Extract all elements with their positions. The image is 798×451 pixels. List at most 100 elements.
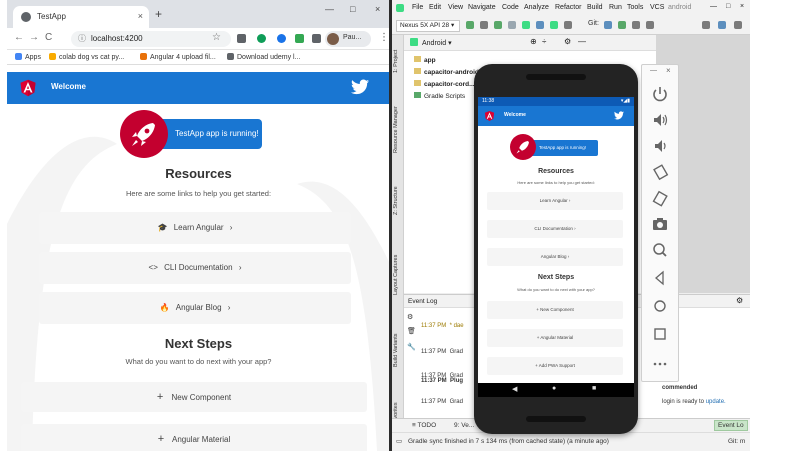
close-window-button[interactable]: × — [740, 3, 744, 10]
maximize-button[interactable]: □ — [726, 3, 730, 10]
apply-changes-icon[interactable] — [480, 21, 488, 29]
forward-button[interactable]: → — [29, 32, 39, 43]
phone-learn-angular-card[interactable]: Learn Angular › — [487, 192, 623, 210]
todo-tab[interactable]: ≡ TODO — [412, 422, 436, 429]
menu-file[interactable]: File — [412, 4, 423, 11]
run-icon[interactable] — [466, 21, 474, 29]
git-update-icon[interactable] — [604, 21, 612, 29]
device-select[interactable]: Nexus 5X API 28 ▾ — [396, 20, 460, 32]
extension-icon[interactable] — [237, 34, 246, 43]
extension-icon[interactable] — [257, 34, 266, 43]
bookmark-udemy[interactable]: Download udemy l... — [227, 53, 300, 61]
overview-icon[interactable] — [650, 325, 670, 343]
back-icon[interactable] — [650, 269, 670, 287]
menu-code[interactable]: Code — [502, 4, 519, 11]
extension-icon[interactable] — [277, 34, 286, 43]
layout-icon[interactable] — [702, 21, 710, 29]
update-link[interactable]: update. — [706, 399, 726, 405]
hide-panel-icon[interactable]: — — [578, 37, 586, 46]
tree-item-app[interactable]: app — [414, 56, 436, 64]
phone-pwa-card[interactable]: + Add PWA Support — [487, 357, 623, 375]
android-back-button[interactable]: ◀ — [512, 385, 517, 393]
profile-icon[interactable] — [508, 21, 516, 29]
new-component-card[interactable]: + New Component — [21, 382, 367, 412]
sdk-manager-icon[interactable] — [550, 21, 558, 29]
new-tab-button[interactable]: + — [155, 7, 162, 21]
minimize-icon[interactable]: — — [650, 67, 657, 74]
extension-icon[interactable] — [295, 34, 304, 43]
database-icon[interactable] — [718, 21, 726, 29]
revert-icon[interactable] — [646, 21, 654, 29]
side-tab-structure[interactable]: Z: Structure — [393, 175, 403, 215]
bookmark-colab[interactable]: colab dog vs cat py... — [49, 53, 124, 61]
menu-tools[interactable]: Tools — [627, 4, 643, 11]
menu-analyze[interactable]: Analyze — [524, 4, 549, 11]
bookmark-apps[interactable]: Apps — [15, 53, 41, 61]
minimize-button[interactable]: — — [710, 3, 717, 10]
side-tab-build-variants[interactable]: Build Variants — [393, 317, 403, 367]
phone-angular-material-card[interactable]: + Angular Material — [487, 329, 623, 347]
android-overview-button[interactable]: ■ — [592, 385, 596, 392]
close-icon[interactable]: × — [666, 66, 671, 75]
phone-cli-docs-card[interactable]: CLI Documentation › — [487, 220, 623, 238]
search-everywhere-icon[interactable] — [734, 21, 742, 29]
search-icon[interactable] — [564, 21, 572, 29]
menu-refactor[interactable]: Refactor — [555, 4, 581, 11]
twitter-icon[interactable] — [614, 111, 624, 120]
menu-view[interactable]: View — [448, 4, 463, 11]
volume-down-icon[interactable] — [650, 137, 670, 155]
menu-run[interactable]: Run — [609, 4, 622, 11]
settings-icon[interactable]: ⚙ — [407, 313, 413, 321]
back-button[interactable]: ← — [14, 32, 24, 43]
profile-button[interactable]: Pau... — [325, 31, 371, 47]
volume-up-icon[interactable] — [650, 111, 670, 129]
menu-navigate[interactable]: Navigate — [468, 4, 496, 11]
angular-blog-card[interactable]: 🔥 Angular Blog › — [39, 292, 351, 324]
cli-documentation-card[interactable]: <> CLI Documentation › — [39, 252, 351, 284]
target-icon[interactable]: ⊕ — [530, 37, 537, 46]
maximize-button[interactable]: □ — [350, 4, 355, 14]
android-home-button[interactable]: ● — [552, 385, 556, 392]
wrench-icon[interactable]: 🔧 — [407, 343, 416, 351]
minimize-button[interactable]: — — [325, 4, 334, 14]
extensions-puzzle-icon[interactable] — [312, 34, 321, 43]
menu-build[interactable]: Build — [587, 4, 603, 11]
url-input[interactable]: ⓘ localhost:4200 — [71, 31, 231, 47]
gear-icon[interactable]: ⚙ — [564, 37, 571, 46]
side-tab-project[interactable]: 1: Project — [393, 41, 403, 73]
phone-new-component-card[interactable]: + New Component — [487, 301, 623, 319]
zoom-icon[interactable] — [650, 241, 670, 259]
side-tab-resource-manager[interactable]: Resource Manager — [393, 93, 403, 153]
chrome-menu-icon[interactable]: ⋮ — [379, 32, 389, 43]
trash-icon[interactable]: 🗑 — [407, 327, 416, 335]
git-branch[interactable]: Git: m — [728, 438, 745, 445]
camera-icon[interactable] — [650, 215, 670, 233]
event-log-tab[interactable]: Event Lo — [714, 420, 748, 431]
tab-close-icon[interactable]: × — [138, 11, 143, 21]
home-icon[interactable] — [650, 297, 670, 315]
sync-icon[interactable] — [522, 21, 530, 29]
tree-item-gradle-scripts[interactable]: Gradle Scripts — [414, 92, 465, 100]
reload-button[interactable]: C — [45, 32, 52, 43]
phone-screen[interactable]: 11:38 ▾◢▮ Welcome TestApp app is running… — [478, 97, 634, 397]
angular-material-card[interactable]: + Angular Material — [21, 424, 367, 451]
menu-vcs[interactable]: VCS — [650, 4, 664, 11]
more-icon[interactable] — [650, 355, 670, 373]
avd-manager-icon[interactable] — [536, 21, 544, 29]
tree-item-capacitor-cordova[interactable]: capacitor-cord... — [414, 80, 475, 88]
collapse-icon[interactable]: ÷ — [542, 37, 546, 46]
tab-testapp[interactable]: TestApp × — [13, 6, 149, 28]
version-control-tab[interactable]: 9: Ve... — [454, 422, 474, 429]
rotate-right-icon[interactable] — [650, 189, 670, 207]
side-tab-layout-captures[interactable]: Layout Captures — [393, 245, 403, 295]
tree-item-capacitor-android[interactable]: capacitor-android — [414, 68, 479, 76]
learn-angular-card[interactable]: 🎓 Learn Angular › — [39, 212, 351, 244]
twitter-icon[interactable] — [351, 79, 369, 95]
history-icon[interactable] — [632, 21, 640, 29]
gear-icon[interactable]: ⚙ — [736, 296, 743, 305]
power-icon[interactable] — [650, 85, 670, 103]
debug-icon[interactable] — [494, 21, 502, 29]
close-window-button[interactable]: × — [375, 4, 380, 14]
bookmark-angular-upload[interactable]: Angular 4 upload fil... — [140, 53, 216, 61]
bookmark-star-icon[interactable]: ☆ — [212, 32, 221, 43]
